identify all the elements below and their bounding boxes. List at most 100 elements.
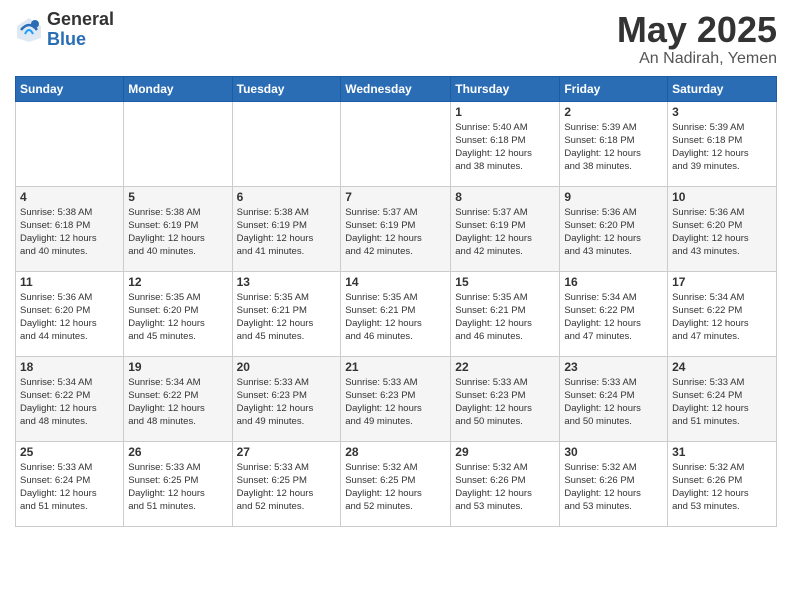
day-number: 22 bbox=[455, 360, 555, 374]
day-number: 1 bbox=[455, 105, 555, 119]
day-number: 15 bbox=[455, 275, 555, 289]
calendar-header-row: Sunday Monday Tuesday Wednesday Thursday… bbox=[16, 76, 777, 101]
day-info: Sunrise: 5:36 AM Sunset: 6:20 PM Dayligh… bbox=[672, 206, 772, 259]
day-number: 23 bbox=[564, 360, 663, 374]
day-info: Sunrise: 5:33 AM Sunset: 6:25 PM Dayligh… bbox=[128, 461, 227, 514]
calendar-cell: 11 Sunrise: 5:36 AM Sunset: 6:20 PM Dayli… bbox=[16, 271, 124, 356]
day-number: 12 bbox=[128, 275, 227, 289]
day-info: Sunrise: 5:35 AM Sunset: 6:21 PM Dayligh… bbox=[455, 291, 555, 344]
header-friday: Friday bbox=[560, 76, 668, 101]
calendar-cell: 22 Sunrise: 5:33 AM Sunset: 6:23 PM Dayli… bbox=[451, 356, 560, 441]
day-info: Sunrise: 5:37 AM Sunset: 6:19 PM Dayligh… bbox=[455, 206, 555, 259]
day-info: Sunrise: 5:38 AM Sunset: 6:19 PM Dayligh… bbox=[237, 206, 337, 259]
calendar-cell: 21 Sunrise: 5:33 AM Sunset: 6:23 PM Dayli… bbox=[341, 356, 451, 441]
day-number: 11 bbox=[20, 275, 119, 289]
calendar-cell bbox=[232, 101, 341, 186]
day-number: 9 bbox=[564, 190, 663, 204]
day-number: 13 bbox=[237, 275, 337, 289]
calendar-cell bbox=[16, 101, 124, 186]
day-number: 3 bbox=[672, 105, 772, 119]
logo-text: General Blue bbox=[47, 10, 114, 50]
calendar-cell: 31 Sunrise: 5:32 AM Sunset: 6:26 PM Dayli… bbox=[668, 441, 777, 526]
calendar-cell: 20 Sunrise: 5:33 AM Sunset: 6:23 PM Dayli… bbox=[232, 356, 341, 441]
calendar-cell: 15 Sunrise: 5:35 AM Sunset: 6:21 PM Dayli… bbox=[451, 271, 560, 356]
calendar-cell: 18 Sunrise: 5:34 AM Sunset: 6:22 PM Dayli… bbox=[16, 356, 124, 441]
day-info: Sunrise: 5:32 AM Sunset: 6:26 PM Dayligh… bbox=[455, 461, 555, 514]
page: General Blue May 2025 An Nadirah, Yemen … bbox=[0, 0, 792, 612]
day-number: 7 bbox=[345, 190, 446, 204]
header-sunday: Sunday bbox=[16, 76, 124, 101]
day-info: Sunrise: 5:34 AM Sunset: 6:22 PM Dayligh… bbox=[564, 291, 663, 344]
day-info: Sunrise: 5:36 AM Sunset: 6:20 PM Dayligh… bbox=[20, 291, 119, 344]
header-thursday: Thursday bbox=[451, 76, 560, 101]
calendar-cell: 3 Sunrise: 5:39 AM Sunset: 6:18 PM Daylig… bbox=[668, 101, 777, 186]
day-number: 20 bbox=[237, 360, 337, 374]
calendar-cell bbox=[341, 101, 451, 186]
day-number: 18 bbox=[20, 360, 119, 374]
calendar-cell: 2 Sunrise: 5:39 AM Sunset: 6:18 PM Daylig… bbox=[560, 101, 668, 186]
calendar-cell: 8Sunrise: 5:37 AM Sunset: 6:19 PM Daylig… bbox=[451, 186, 560, 271]
week-row-4: 18 Sunrise: 5:34 AM Sunset: 6:22 PM Dayli… bbox=[16, 356, 777, 441]
calendar-cell: 7 Sunrise: 5:37 AM Sunset: 6:19 PM Daylig… bbox=[341, 186, 451, 271]
calendar-cell: 30 Sunrise: 5:32 AM Sunset: 6:26 PM Dayli… bbox=[560, 441, 668, 526]
calendar-cell: 16Sunrise: 5:34 AM Sunset: 6:22 PM Dayli… bbox=[560, 271, 668, 356]
week-row-1: 1 Sunrise: 5:40 AM Sunset: 6:18 PM Daylig… bbox=[16, 101, 777, 186]
day-number: 17 bbox=[672, 275, 772, 289]
day-info: Sunrise: 5:33 AM Sunset: 6:24 PM Dayligh… bbox=[672, 376, 772, 429]
day-number: 10 bbox=[672, 190, 772, 204]
day-number: 21 bbox=[345, 360, 446, 374]
calendar-cell: 13Sunrise: 5:35 AM Sunset: 6:21 PM Dayli… bbox=[232, 271, 341, 356]
day-info: Sunrise: 5:40 AM Sunset: 6:18 PM Dayligh… bbox=[455, 121, 555, 174]
calendar-cell bbox=[124, 101, 232, 186]
calendar-cell: 6Sunrise: 5:38 AM Sunset: 6:19 PM Daylig… bbox=[232, 186, 341, 271]
week-row-5: 25 Sunrise: 5:33 AM Sunset: 6:24 PM Dayli… bbox=[16, 441, 777, 526]
header-tuesday: Tuesday bbox=[232, 76, 341, 101]
day-info: Sunrise: 5:33 AM Sunset: 6:23 PM Dayligh… bbox=[455, 376, 555, 429]
calendar-cell: 9Sunrise: 5:36 AM Sunset: 6:20 PM Daylig… bbox=[560, 186, 668, 271]
day-number: 2 bbox=[564, 105, 663, 119]
day-number: 25 bbox=[20, 445, 119, 459]
day-info: Sunrise: 5:35 AM Sunset: 6:20 PM Dayligh… bbox=[128, 291, 227, 344]
calendar-cell: 24 Sunrise: 5:33 AM Sunset: 6:24 PM Dayli… bbox=[668, 356, 777, 441]
week-row-2: 4Sunrise: 5:38 AM Sunset: 6:18 PM Daylig… bbox=[16, 186, 777, 271]
day-info: Sunrise: 5:33 AM Sunset: 6:24 PM Dayligh… bbox=[20, 461, 119, 514]
day-number: 29 bbox=[455, 445, 555, 459]
day-info: Sunrise: 5:35 AM Sunset: 6:21 PM Dayligh… bbox=[345, 291, 446, 344]
day-info: Sunrise: 5:33 AM Sunset: 6:24 PM Dayligh… bbox=[564, 376, 663, 429]
logo-icon bbox=[15, 16, 43, 44]
day-info: Sunrise: 5:33 AM Sunset: 6:23 PM Dayligh… bbox=[237, 376, 337, 429]
day-info: Sunrise: 5:38 AM Sunset: 6:19 PM Dayligh… bbox=[128, 206, 227, 259]
header-saturday: Saturday bbox=[668, 76, 777, 101]
day-info: Sunrise: 5:37 AM Sunset: 6:19 PM Dayligh… bbox=[345, 206, 446, 259]
day-number: 24 bbox=[672, 360, 772, 374]
day-number: 30 bbox=[564, 445, 663, 459]
day-number: 26 bbox=[128, 445, 227, 459]
calendar-cell: 29 Sunrise: 5:32 AM Sunset: 6:26 PM Dayli… bbox=[451, 441, 560, 526]
week-row-3: 11 Sunrise: 5:36 AM Sunset: 6:20 PM Dayli… bbox=[16, 271, 777, 356]
day-number: 27 bbox=[237, 445, 337, 459]
day-number: 14 bbox=[345, 275, 446, 289]
calendar-cell: 27Sunrise: 5:33 AM Sunset: 6:25 PM Dayli… bbox=[232, 441, 341, 526]
header-monday: Monday bbox=[124, 76, 232, 101]
header: General Blue May 2025 An Nadirah, Yemen bbox=[15, 10, 777, 68]
calendar-cell: 1 Sunrise: 5:40 AM Sunset: 6:18 PM Daylig… bbox=[451, 101, 560, 186]
day-info: Sunrise: 5:39 AM Sunset: 6:18 PM Dayligh… bbox=[564, 121, 663, 174]
logo-general: General bbox=[47, 10, 114, 30]
day-info: Sunrise: 5:33 AM Sunset: 6:23 PM Dayligh… bbox=[345, 376, 446, 429]
day-info: Sunrise: 5:34 AM Sunset: 6:22 PM Dayligh… bbox=[672, 291, 772, 344]
day-info: Sunrise: 5:38 AM Sunset: 6:18 PM Dayligh… bbox=[20, 206, 119, 259]
day-info: Sunrise: 5:32 AM Sunset: 6:25 PM Dayligh… bbox=[345, 461, 446, 514]
day-info: Sunrise: 5:32 AM Sunset: 6:26 PM Dayligh… bbox=[564, 461, 663, 514]
day-info: Sunrise: 5:34 AM Sunset: 6:22 PM Dayligh… bbox=[128, 376, 227, 429]
day-number: 19 bbox=[128, 360, 227, 374]
day-number: 31 bbox=[672, 445, 772, 459]
day-number: 28 bbox=[345, 445, 446, 459]
day-info: Sunrise: 5:32 AM Sunset: 6:26 PM Dayligh… bbox=[672, 461, 772, 514]
month-title: May 2025 bbox=[617, 10, 777, 50]
calendar-cell: 28 Sunrise: 5:32 AM Sunset: 6:25 PM Dayli… bbox=[341, 441, 451, 526]
day-info: Sunrise: 5:39 AM Sunset: 6:18 PM Dayligh… bbox=[672, 121, 772, 174]
calendar-table: Sunday Monday Tuesday Wednesday Thursday… bbox=[15, 76, 777, 527]
day-info: Sunrise: 5:34 AM Sunset: 6:22 PM Dayligh… bbox=[20, 376, 119, 429]
header-wednesday: Wednesday bbox=[341, 76, 451, 101]
calendar-cell: 17 Sunrise: 5:34 AM Sunset: 6:22 PM Dayli… bbox=[668, 271, 777, 356]
